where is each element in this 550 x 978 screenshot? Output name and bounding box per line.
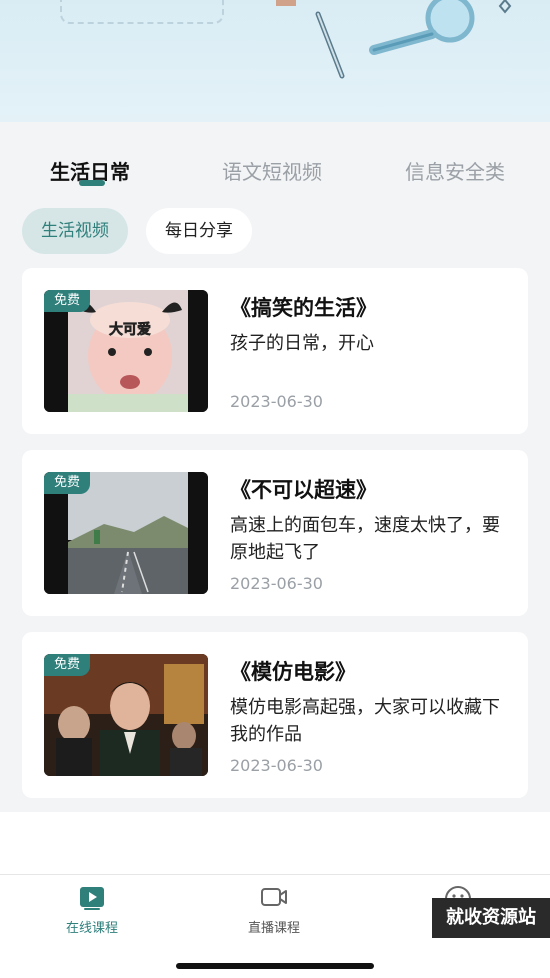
chip-life-videos[interactable]: 生活视频 [22,208,128,254]
play-video-icon [80,887,104,910]
nav-label: 在线课程 [65,921,118,936]
video-date: 2023-06-30 [230,574,323,593]
magnifier-icon [369,0,475,55]
category-tabs: 生活日常 语文短视频 信息安全类 [0,122,550,202]
nav-online-courses[interactable]: 在线课程 [32,885,152,936]
clip-graphic [276,0,296,6]
video-card[interactable]: 大可爱 免费 《搞笑的生活》 孩子的日常，开心 2023-06-30 [22,268,528,434]
active-tab-indicator [79,180,105,186]
free-badge: 免费 [44,472,90,494]
video-date: 2023-06-30 [230,756,323,775]
video-description: 孩子的日常，开心 [230,333,374,354]
watermark-label: 就收资源站 [432,898,550,938]
video-card[interactable]: 免费 《不可以超速》 高速上的面包车，速度太快了，要原地起飞了 2023-06-… [22,450,528,616]
free-badge: 免费 [44,290,90,312]
home-indicator[interactable] [176,963,374,969]
nav-live-courses[interactable]: 直播课程 [214,885,334,936]
camera-icon [261,888,287,906]
tab-chinese-short-videos[interactable]: 语文短视频 [222,156,322,185]
chip-daily-share[interactable]: 每日分享 [146,208,252,254]
video-title[interactable]: 《不可以超速》 [230,474,377,504]
video-thumbnail[interactable]: 大可爱 免费 [44,290,208,412]
video-title[interactable]: 《搞笑的生活》 [230,292,377,322]
video-card[interactable]: 免费 《模仿电影》 模仿电影高起强，大家可以收藏下我的作品 2023-06-30 [22,632,528,798]
free-badge: 免费 [44,654,90,676]
header-illustration [0,0,550,122]
video-thumbnail[interactable]: 免费 [44,654,208,776]
video-thumbnail[interactable]: 免费 [44,472,208,594]
video-description: 模仿电影高起强，大家可以收藏下我的作品 [230,697,500,745]
video-description: 高速上的面包车，速度太快了，要原地起飞了 [230,515,500,563]
video-title[interactable]: 《模仿电影》 [230,656,356,686]
sparkle-icon [498,0,512,14]
tab-information-security[interactable]: 信息安全类 [405,156,505,185]
pen-icon [315,11,345,79]
thumbnail-caption: 大可爱 [109,321,151,338]
nav-label: 直播课程 [247,921,300,936]
video-date: 2023-06-30 [230,392,323,411]
